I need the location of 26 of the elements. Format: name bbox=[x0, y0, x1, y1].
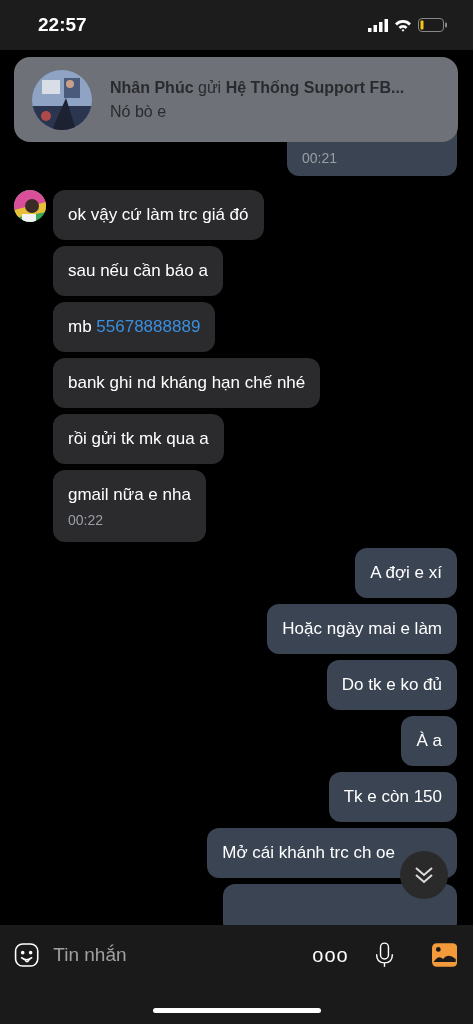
more-options[interactable]: ooo bbox=[312, 943, 349, 967]
signal-icon bbox=[368, 18, 388, 32]
phone-link[interactable]: 55678888889 bbox=[96, 317, 201, 336]
message-text: Do tk e ko đủ bbox=[341, 674, 442, 696]
wifi-icon bbox=[394, 18, 412, 32]
message-text: A đợi e xí bbox=[370, 562, 442, 584]
message-text: Hoặc ngày mai e làm bbox=[282, 618, 442, 640]
message-text: Tk e còn 150 bbox=[343, 786, 442, 808]
message-time: 00:22 bbox=[68, 512, 105, 528]
message-text: bank ghi nd kháng hạn chế nhé bbox=[68, 372, 306, 394]
clock-time: 22:57 bbox=[38, 14, 87, 36]
notification-banner[interactable]: Nhân Phúc gửi Hệ Thống Support FB... Nó bò e bbox=[14, 57, 458, 142]
message-text: ok vậy cứ làm trc giá đó bbox=[68, 204, 249, 226]
message-text: rồi gửi tk mk qua a bbox=[68, 428, 209, 450]
battery-icon bbox=[418, 18, 447, 32]
message-text: gmail nữa e nha bbox=[68, 484, 191, 506]
message-text: À a bbox=[416, 730, 442, 752]
message-field[interactable]: Tin nhắn bbox=[51, 943, 301, 967]
image-icon[interactable] bbox=[431, 940, 457, 970]
message-time: 00:21 bbox=[302, 150, 339, 166]
message-text: mb 55678888889 bbox=[68, 316, 201, 338]
notification-title: Nhân Phúc gửi Hệ Thống Support FB... bbox=[110, 78, 405, 97]
message-text: Mở cái khánh trc ch oe bbox=[222, 842, 395, 864]
message-text: sau nếu cần báo a bbox=[68, 260, 208, 282]
notification-message: Nó bò e bbox=[110, 102, 168, 121]
chevrons-down-icon bbox=[413, 864, 435, 886]
